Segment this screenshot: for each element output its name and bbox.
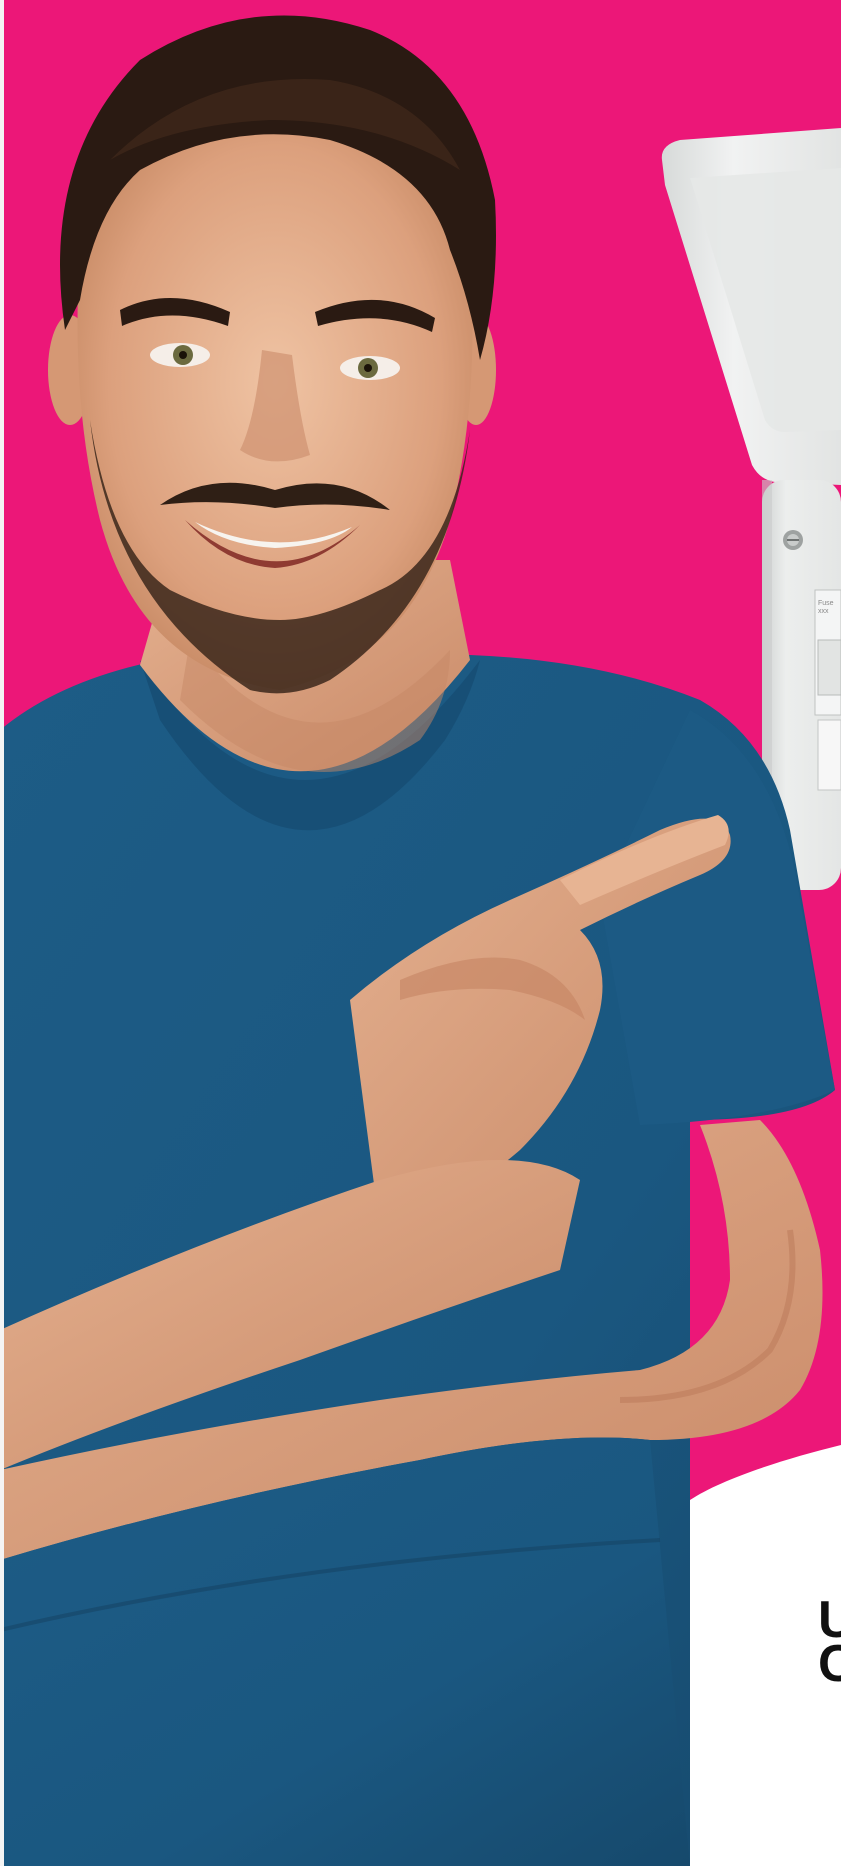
smiling-man-pointing [0, 15, 835, 1866]
photo-stage: Fuse xxx U C [0, 0, 841, 1866]
panel-label-line2: xxx [818, 608, 829, 615]
cropped-heading-line2: C [818, 1635, 841, 1686]
cropped-heading: U C [818, 1598, 841, 1686]
left-edge-strip [0, 0, 4, 1866]
panel-label-line1: Fuse [818, 600, 834, 607]
panel-label: Fuse xxx [818, 600, 834, 616]
